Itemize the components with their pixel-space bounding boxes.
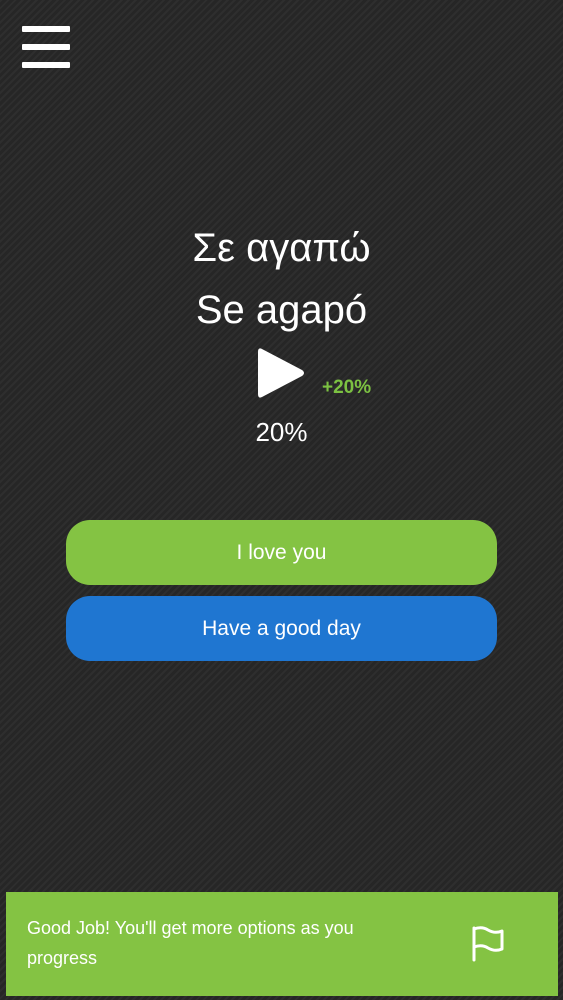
feedback-message: Good Job! You'll get more options as you…	[27, 918, 354, 968]
flag-icon	[472, 926, 504, 962]
bonus-percent: +20%	[322, 377, 372, 398]
phrase-native: Σε αγαπώ	[192, 226, 371, 270]
hamburger-menu-icon-line	[22, 44, 70, 50]
progress-percent: 20%	[255, 417, 308, 447]
report-flag-button[interactable]	[468, 924, 508, 962]
hamburger-menu-icon-line	[22, 62, 70, 68]
play-audio-button[interactable]	[256, 346, 306, 400]
hamburger-menu-icon	[22, 26, 70, 32]
phrase-transliteration: Se agapó	[195, 288, 368, 332]
answer-option-i-love-you[interactable]: I love you	[66, 520, 497, 585]
menu-button[interactable]	[22, 26, 70, 68]
feedback-banner: Good Job! You'll get more options as you…	[6, 892, 558, 996]
play-icon	[258, 348, 304, 398]
answer-option-have-a-good-day[interactable]: Have a good day	[66, 596, 497, 661]
